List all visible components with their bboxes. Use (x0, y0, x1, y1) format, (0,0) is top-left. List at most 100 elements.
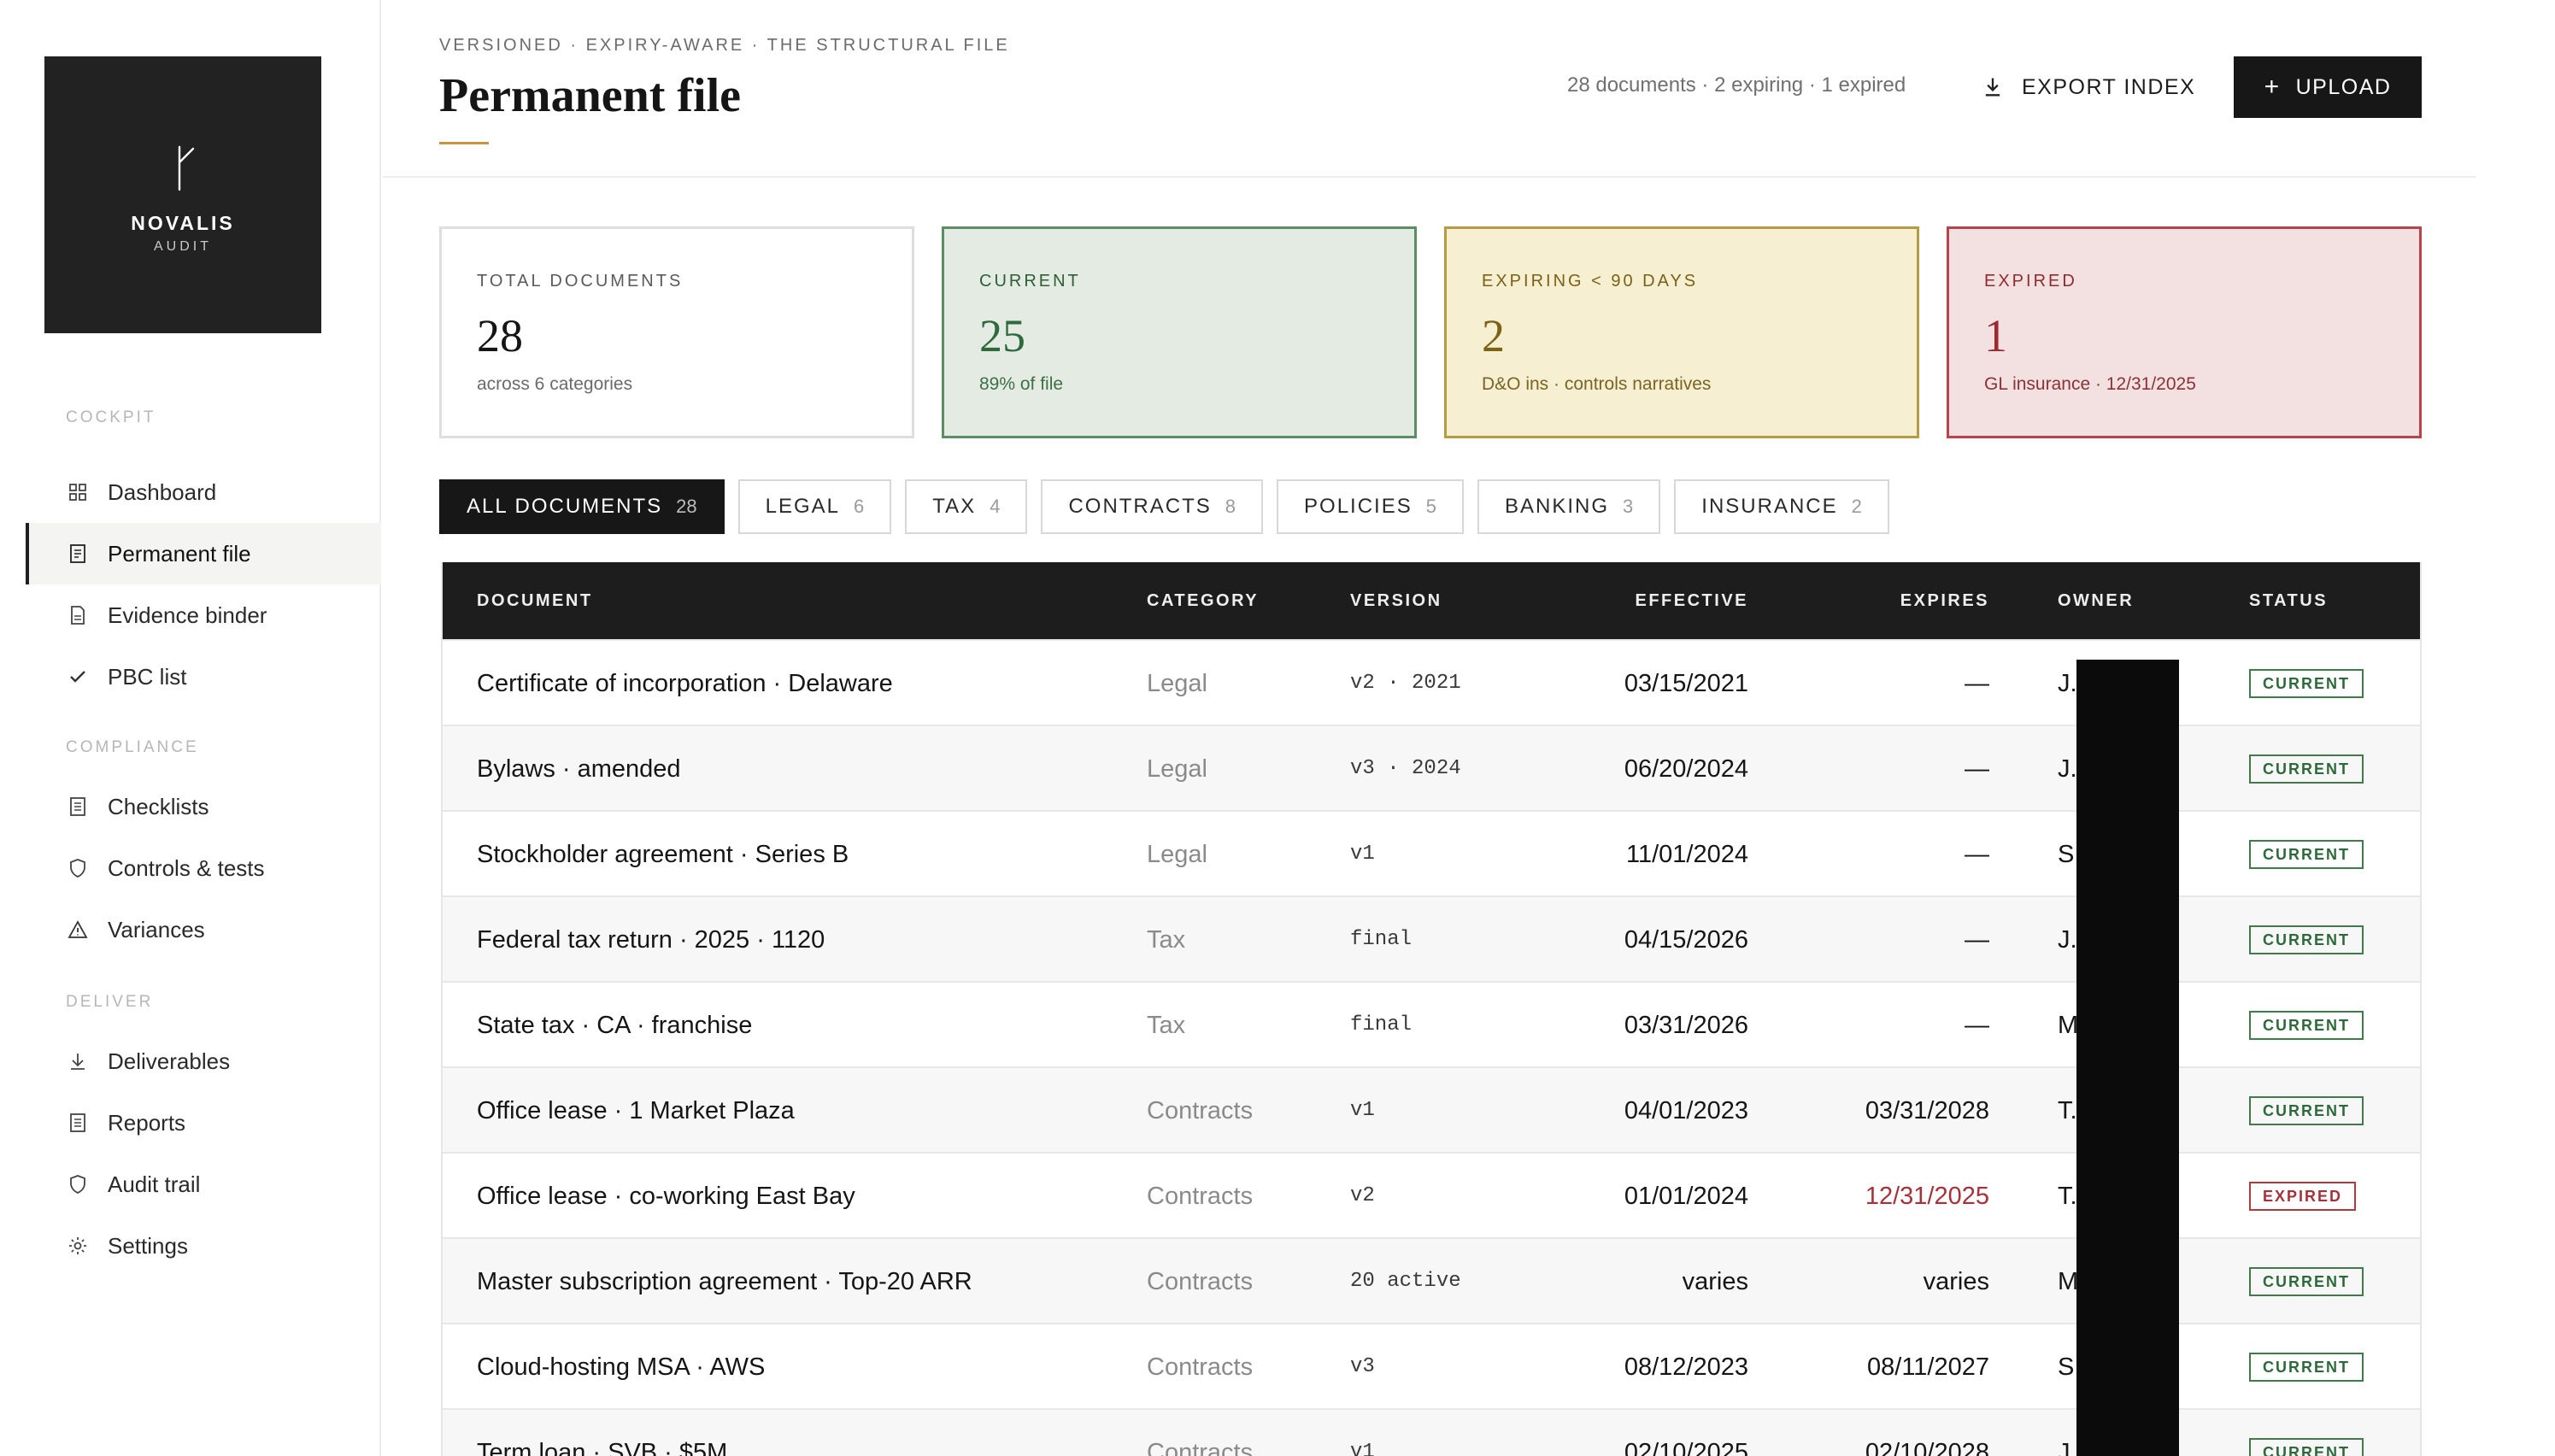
column-header-owner[interactable]: OWNER (2058, 562, 2134, 639)
brand-logo[interactable]: NOVALIS AUDIT (44, 56, 321, 333)
column-header-version[interactable]: VERSION (1350, 562, 1442, 639)
tab-tax[interactable]: TAX 4 (905, 479, 1028, 534)
header-divider (383, 176, 2476, 178)
sidebar-item-checklists[interactable]: Checklists (26, 776, 381, 837)
report-icon (67, 1112, 89, 1134)
stat-value: 2 (1482, 310, 1505, 361)
document-category: Contracts (1147, 1268, 1254, 1295)
expiry-date: — (1965, 841, 1989, 868)
sidebar-item-reports[interactable]: Reports (26, 1092, 381, 1154)
document-name: Bylaws · amended (477, 755, 681, 783)
export-index-button[interactable]: EXPORT INDEX (1981, 56, 2195, 118)
sidebar-item-audit-trail[interactable]: Audit trail (26, 1154, 381, 1215)
expiry-date: — (1965, 755, 1989, 783)
document-category: Legal (1147, 755, 1207, 783)
stat-note: across 6 categories (477, 374, 633, 394)
sidebar-item-label: Controls & tests (108, 854, 265, 881)
status-badge: CURRENT (2249, 1352, 2364, 1382)
stat-card-total: TOTAL DOCUMENTS 28 across 6 categories (439, 226, 914, 438)
nav-section-compliance: COMPLIANCE (66, 738, 199, 756)
sidebar-item-variances[interactable]: Variances (26, 899, 381, 960)
document-owner: M (2058, 1012, 2079, 1039)
document-version: v1 (1350, 1441, 1375, 1456)
document-owner: M (2058, 1268, 2079, 1295)
status-cell: CURRENT (2249, 897, 2364, 983)
status-cell: EXPIRED (2249, 1154, 2357, 1239)
tab-policies[interactable]: POLICIES 5 (1277, 479, 1464, 534)
column-header-effective[interactable]: EFFECTIVE (1635, 562, 1748, 639)
tab-insurance[interactable]: INSURANCE 2 (1674, 479, 1889, 534)
sidebar-item-label: Reports (108, 1109, 186, 1136)
document-category: Tax (1147, 1012, 1186, 1039)
export-index-label: EXPORT INDEX (2022, 74, 2196, 99)
column-header-category[interactable]: CATEGORY (1147, 562, 1259, 639)
table-header: DOCUMENT CATEGORY VERSION EFFECTIVE EXPI… (443, 562, 2420, 639)
status-cell: CURRENT (2249, 1410, 2364, 1456)
status-badge: CURRENT (2249, 1437, 2364, 1456)
sidebar-item-label: Dashboard (108, 478, 217, 505)
document-name: Term loan · SVB · $5M (477, 1439, 728, 1456)
tab-contracts[interactable]: CONTRACTS 8 (1041, 479, 1264, 534)
sidebar-item-dashboard[interactable]: Dashboard (26, 461, 381, 523)
effective-date: 01/01/2024 (1624, 1183, 1748, 1210)
sidebar-item-label: Deliverables (108, 1048, 231, 1074)
tab-count: 4 (990, 496, 1001, 517)
status-badge: CURRENT (2249, 1095, 2364, 1125)
list-icon (67, 796, 89, 818)
expiry-date: — (1965, 1012, 1989, 1039)
document-category: Contracts (1147, 1353, 1254, 1381)
stat-card-expired: EXPIRED 1 GL insurance · 12/31/2025 (1947, 226, 2422, 438)
sidebar-item-label: Permanent file (108, 540, 251, 567)
effective-date: 06/20/2024 (1624, 755, 1748, 783)
status-badge: CURRENT (2249, 839, 2364, 869)
column-header-status[interactable]: STATUS (2249, 562, 2328, 639)
effective-date: 02/10/2025 (1624, 1439, 1748, 1456)
status-cell: CURRENT (2249, 641, 2364, 726)
document-name: Office lease · 1 Market Plaza (477, 1097, 795, 1124)
tab-all-documents[interactable]: ALL DOCUMENTS 28 (439, 479, 725, 534)
sidebar-item-pbc-list[interactable]: PBC list (26, 646, 381, 707)
tab-count: 5 (1425, 496, 1436, 517)
plus-icon: + (2264, 73, 2281, 101)
expiry-date: — (1965, 926, 1989, 954)
column-header-expires[interactable]: EXPIRES (1900, 562, 1989, 639)
tab-legal[interactable]: LEGAL 6 (737, 479, 892, 534)
sidebar-item-controls-tests[interactable]: Controls & tests (26, 837, 381, 899)
sidebar-item-permanent-file[interactable]: Permanent file (26, 523, 381, 584)
stat-note: GL insurance · 12/31/2025 (1984, 374, 2196, 394)
sidebar-item-settings[interactable]: Settings (26, 1215, 381, 1277)
status-cell: CURRENT (2249, 983, 2364, 1068)
gear-icon (67, 1235, 89, 1257)
status-cell: CURRENT (2249, 812, 2364, 897)
check-icon (67, 666, 89, 688)
shield-icon (67, 857, 89, 879)
document-name: Certificate of incorporation · Delaware (477, 670, 893, 697)
document-owner: J. (2058, 926, 2077, 954)
sidebar-item-evidence-binder[interactable]: Evidence binder (26, 584, 381, 646)
document-version: v3 · 2024 (1350, 757, 1461, 780)
tab-label: TAX (932, 495, 977, 518)
document-category: Tax (1147, 926, 1186, 954)
effective-date: 03/31/2026 (1624, 1012, 1748, 1039)
document-name: Cloud-hosting MSA · AWS (477, 1353, 766, 1381)
document-owner: T. (2058, 1183, 2077, 1210)
document-version: v2 (1350, 1184, 1375, 1207)
stat-label: EXPIRED (1984, 272, 2077, 291)
column-header-document[interactable]: DOCUMENT (477, 562, 593, 639)
stat-note: D&O ins · controls narratives (1482, 374, 1712, 394)
brand-sub: AUDIT (154, 239, 212, 254)
upload-button[interactable]: + UPLOAD (2234, 56, 2422, 118)
document-owner: J. (2058, 755, 2077, 783)
tab-label: ALL DOCUMENTS (467, 495, 663, 518)
effective-date: varies (1682, 1268, 1748, 1295)
sidebar-item-deliverables[interactable]: Deliverables (26, 1030, 381, 1092)
category-filter-tabs: ALL DOCUMENTS 28 LEGAL 6 TAX 4 CONTRACTS 8 P… (439, 479, 1889, 534)
document-version: v2 · 2021 (1350, 672, 1461, 695)
document-version: v1 (1350, 1099, 1375, 1122)
sidebar: NOVALIS AUDIT COCKPIT Dashboard Permanen… (0, 0, 381, 1456)
expiry-date: 02/10/2028 (1865, 1439, 1989, 1456)
tab-banking[interactable]: BANKING 3 (1477, 479, 1661, 534)
document-icon (67, 543, 89, 565)
stat-label: TOTAL DOCUMENTS (477, 272, 684, 291)
expiry-date: varies (1923, 1268, 1989, 1295)
